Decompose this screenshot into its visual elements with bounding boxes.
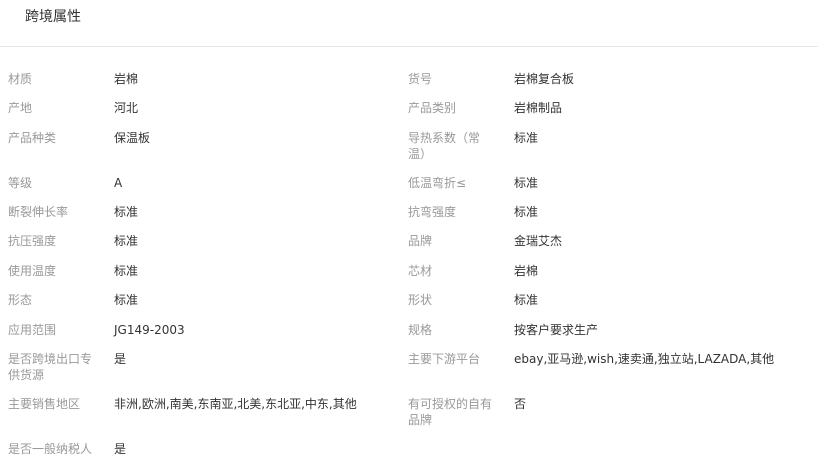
attr-label-specification: 规格 bbox=[408, 323, 433, 337]
attr-value-product-kind: 保温板 bbox=[114, 131, 151, 145]
attr-label-grade: 等级 bbox=[8, 176, 33, 190]
attr-value-item-number: 岩棉复合板 bbox=[514, 72, 575, 86]
attr-value-elongation-at-break: 标准 bbox=[114, 205, 139, 219]
title-divider bbox=[0, 46, 818, 47]
attr-value-low-temp-bending: 标准 bbox=[514, 176, 539, 190]
attr-value-licensable-own-brand: 否 bbox=[514, 397, 527, 411]
attr-label-licensable-own-brand: 有可授权的自有品牌 bbox=[408, 397, 493, 427]
attr-label-downstream-platforms: 主要下游平台 bbox=[408, 352, 481, 366]
cross-border-attributes-panel: 跨境属性 材质 岩棉 产地 河北 产品种类 保温板 等级 A 断裂伸长率 标准 … bbox=[0, 0, 818, 467]
attr-label-shape: 形状 bbox=[408, 293, 433, 307]
attr-value-compressive-strength: 标准 bbox=[114, 234, 139, 248]
attr-value-flexural-strength: 标准 bbox=[514, 205, 539, 219]
attr-label-product-kind: 产品种类 bbox=[8, 131, 57, 145]
attr-label-product-category: 产品类别 bbox=[408, 101, 457, 115]
attr-label-item-number: 货号 bbox=[408, 72, 433, 86]
attr-value-main-sales-regions: 非洲,欧洲,南美,东南亚,北美,东北亚,中东,其他 bbox=[114, 397, 357, 411]
attr-label-flexural-strength: 抗弯强度 bbox=[408, 205, 457, 219]
attr-label-service-temperature: 使用温度 bbox=[8, 264, 57, 278]
attr-value-core-material: 岩棉 bbox=[514, 264, 539, 278]
attr-label-origin: 产地 bbox=[8, 101, 33, 115]
attr-label-thermal-conductivity: 导热系数（常温） bbox=[408, 131, 481, 161]
attr-value-shape: 标准 bbox=[514, 293, 539, 307]
attr-label-form: 形态 bbox=[8, 293, 33, 307]
attr-label-compressive-strength: 抗压强度 bbox=[8, 234, 57, 248]
attr-label-general-taxpayer: 是否一般纳税人 bbox=[8, 442, 93, 456]
attr-value-grade: A bbox=[114, 176, 123, 190]
attr-label-brand: 品牌 bbox=[408, 234, 433, 248]
attr-value-brand: 金瑞艾杰 bbox=[514, 234, 563, 248]
attr-label-cross-border-exclusive-supply: 是否跨境出口专供货源 bbox=[8, 352, 93, 382]
attr-value-cross-border-exclusive-supply: 是 bbox=[114, 352, 127, 366]
attr-label-application-range: 应用范围 bbox=[8, 323, 57, 337]
attr-value-general-taxpayer: 是 bbox=[114, 442, 127, 456]
attr-label-main-sales-regions: 主要销售地区 bbox=[8, 397, 81, 411]
section-title: 跨境属性 bbox=[25, 9, 81, 25]
attr-value-form: 标准 bbox=[114, 293, 139, 307]
attr-label-core-material: 芯材 bbox=[408, 264, 433, 278]
attr-value-specification: 按客户要求生产 bbox=[514, 323, 599, 337]
attr-value-origin: 河北 bbox=[114, 101, 139, 115]
attr-label-material: 材质 bbox=[8, 72, 33, 86]
attr-value-thermal-conductivity: 标准 bbox=[514, 131, 539, 145]
attr-value-downstream-platforms: ebay,亚马逊,wish,速卖通,独立站,LAZADA,其他 bbox=[514, 352, 775, 366]
attr-label-elongation-at-break: 断裂伸长率 bbox=[8, 205, 69, 219]
attr-value-material: 岩棉 bbox=[114, 72, 139, 86]
attr-value-service-temperature: 标准 bbox=[114, 264, 139, 278]
attr-value-application-range: JG149-2003 bbox=[114, 323, 185, 337]
attr-label-low-temp-bending: 低温弯折≤ bbox=[408, 176, 467, 190]
attr-value-product-category: 岩棉制品 bbox=[514, 101, 563, 115]
